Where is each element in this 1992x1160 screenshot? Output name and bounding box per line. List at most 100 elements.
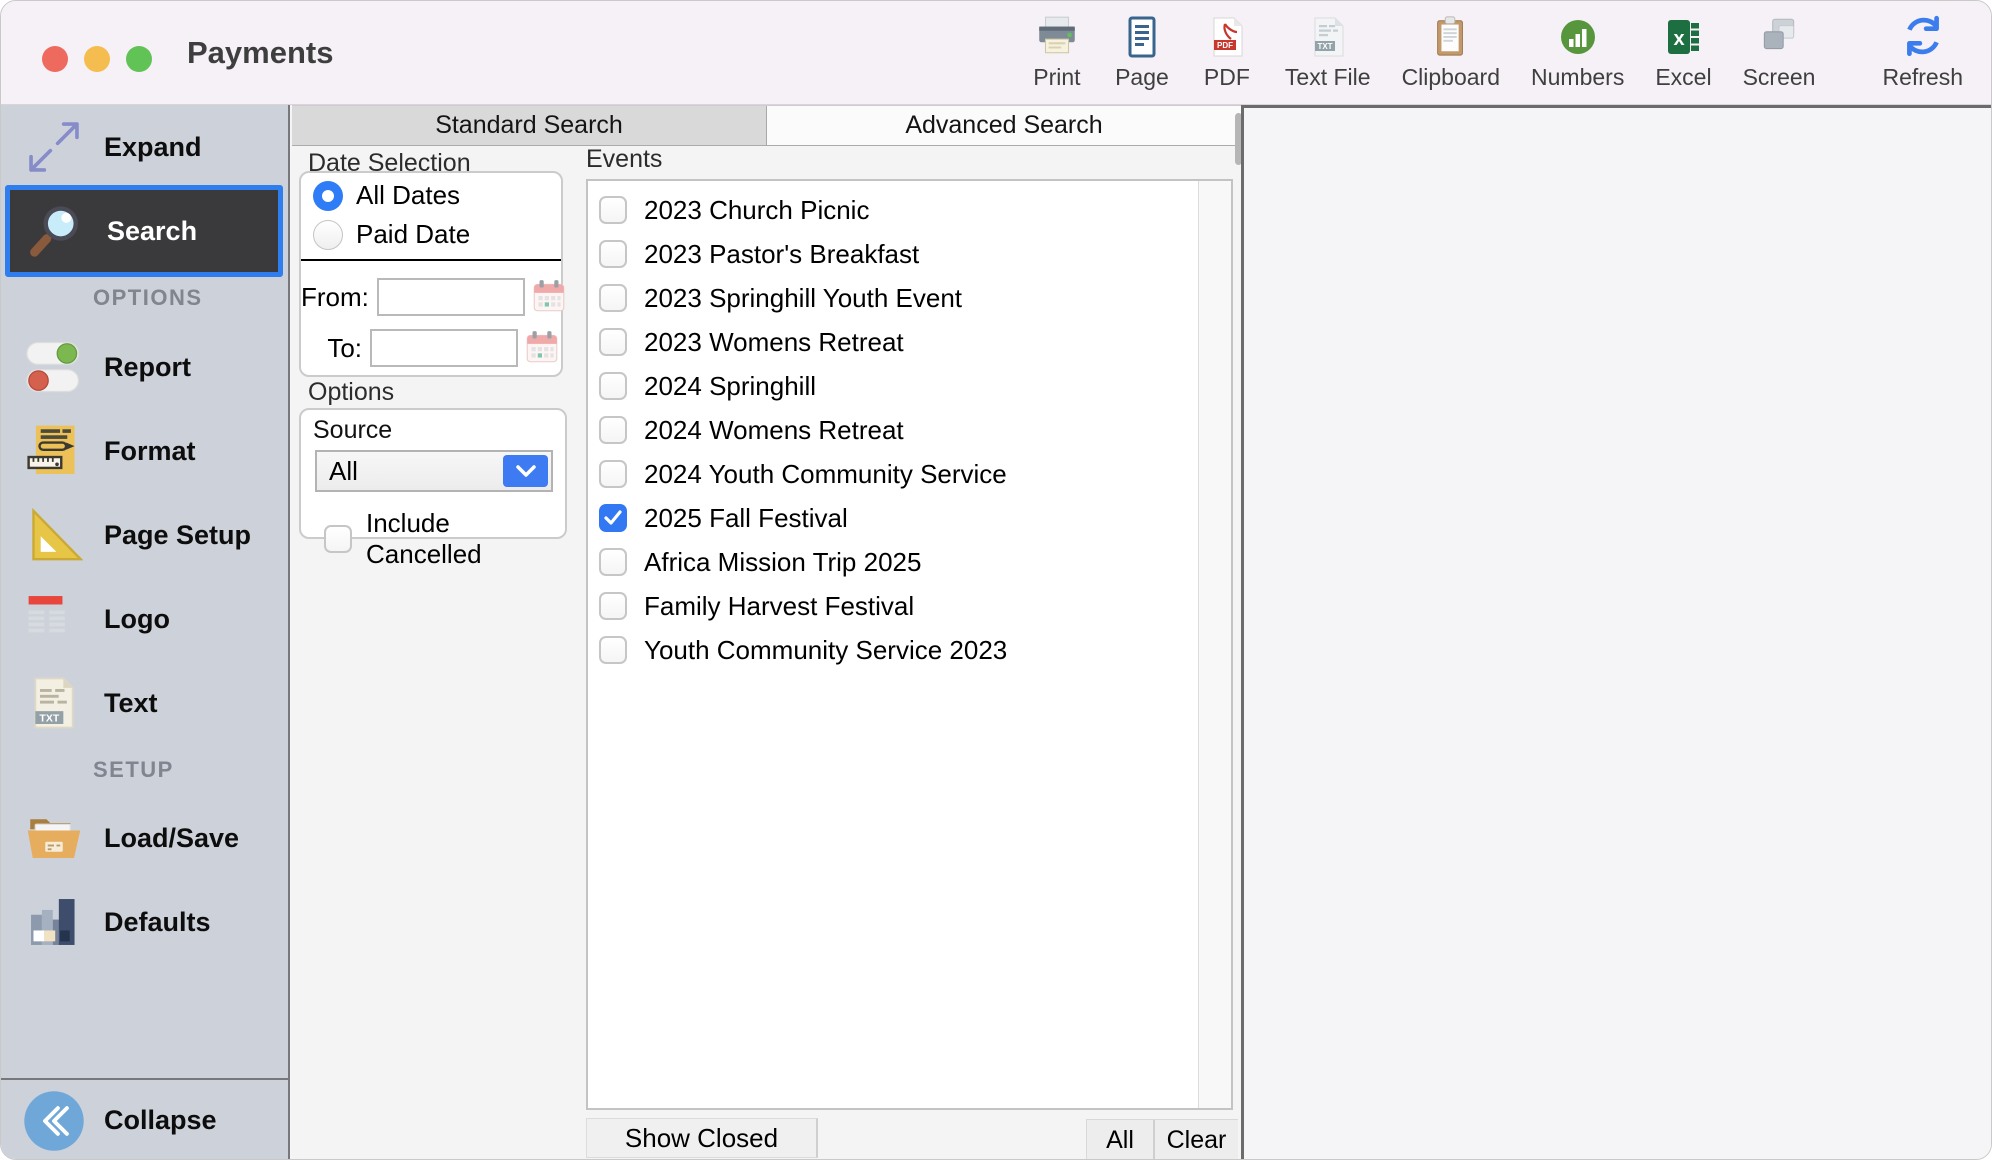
from-date-input[interactable]	[377, 278, 525, 316]
zoom-button[interactable]	[126, 46, 152, 72]
events-title: Events	[586, 145, 662, 174]
event-label: 2023 Womens Retreat	[644, 327, 904, 358]
tab-bar: Standard Search Advanced Search	[292, 105, 1241, 146]
toolbar-label: Screen	[1743, 64, 1816, 91]
clear-selection-button[interactable]: Clear	[1153, 1120, 1238, 1160]
event-row: 2024 Youth Community Service	[588, 452, 1198, 496]
calendar-icon	[530, 277, 568, 318]
collapse-icon	[21, 1090, 87, 1152]
event-checkbox[interactable]	[599, 372, 627, 400]
tab-advanced-search[interactable]: Advanced Search	[767, 106, 1241, 145]
minimize-button[interactable]	[84, 46, 110, 72]
sidebar-item-label: Logo	[104, 604, 170, 635]
screen-icon	[1756, 11, 1802, 59]
radio-row-all-dates: All Dates	[301, 176, 561, 215]
event-row: Youth Community Service 2023	[588, 628, 1198, 672]
clipboard-icon	[1430, 11, 1472, 59]
toolbar-page-button[interactable]: Page	[1115, 11, 1169, 91]
sidebar-item-label: Collapse	[104, 1105, 217, 1136]
toolbar-clipboard-button[interactable]: Clipboard	[1402, 11, 1500, 91]
txt-file-icon: TXT	[21, 675, 87, 731]
sidebar-item-search[interactable]: Search	[5, 185, 283, 277]
event-checkbox[interactable]	[599, 460, 627, 488]
sidebar-item-load-save[interactable]: Load/Save	[1, 795, 288, 881]
options-title: Options	[308, 378, 394, 407]
event-checkbox[interactable]	[599, 196, 627, 224]
tab-standard-search[interactable]: Standard Search	[292, 106, 767, 145]
event-row: 2024 Springhill	[588, 364, 1198, 408]
sidebar-item-logo[interactable]: Logo	[1, 577, 288, 661]
main-area: Expand Search OPTIONS Report Format	[1, 105, 1991, 1159]
titlebar: Payments Print Page PDF PDF	[1, 1, 1991, 105]
include-cancelled-label: Include Cancelled	[366, 508, 565, 570]
event-label: Youth Community Service 2023	[644, 635, 1007, 666]
folder-icon	[21, 808, 87, 868]
event-checkbox[interactable]	[599, 548, 627, 576]
event-checkbox[interactable]	[599, 328, 627, 356]
toolbar-refresh-button[interactable]: Refresh	[1882, 11, 1963, 91]
to-calendar-button[interactable]	[523, 327, 561, 369]
sidebar-item-label: Defaults	[104, 907, 211, 938]
sidebar-item-label: Load/Save	[104, 823, 239, 854]
events-list: 2023 Church Picnic 2023 Pastor's Breakfa…	[586, 179, 1233, 1110]
close-button[interactable]	[42, 46, 68, 72]
source-label: Source	[313, 416, 565, 445]
date-panel-divider	[301, 259, 561, 261]
event-checkbox[interactable]	[599, 636, 627, 664]
sidebar-item-collapse[interactable]: Collapse	[1, 1080, 288, 1160]
results-pane	[1244, 105, 1991, 1159]
toolbar-print-button[interactable]: Print	[1030, 11, 1084, 91]
sidebar-item-defaults[interactable]: Defaults	[1, 879, 288, 965]
sidebar-item-expand[interactable]: Expand	[1, 105, 288, 189]
include-cancelled-checkbox[interactable]	[324, 525, 352, 553]
svg-text:TXT: TXT	[1317, 42, 1332, 51]
toolbar-label: Page	[1115, 64, 1169, 91]
event-label: 2024 Springhill	[644, 371, 816, 402]
toolbar-screen-button[interactable]: Screen	[1743, 11, 1816, 91]
event-row: Africa Mission Trip 2025	[588, 540, 1198, 584]
numbers-icon	[1556, 11, 1600, 59]
sidebar-item-label: Format	[104, 436, 196, 467]
refresh-icon	[1900, 11, 1946, 59]
toggles-icon	[21, 336, 87, 398]
select-all-button[interactable]: All	[1087, 1120, 1153, 1160]
page-icon	[1120, 11, 1164, 59]
source-select[interactable]: All	[315, 450, 553, 492]
event-checkbox[interactable]	[599, 240, 627, 268]
radio-label: Paid Date	[356, 219, 470, 250]
toolbar-pdf-button[interactable]: PDF PDF	[1200, 11, 1254, 91]
svg-text:PDF: PDF	[1217, 41, 1233, 50]
chevron-down-icon	[503, 455, 548, 487]
search-panel: Standard Search Advanced Search Date Sel…	[292, 105, 1241, 1160]
radio-paid-date[interactable]	[313, 220, 343, 250]
toolbar-numbers-button[interactable]: Numbers	[1531, 11, 1624, 91]
show-closed-button[interactable]: Show Closed	[586, 1118, 818, 1158]
toolbar-label: Refresh	[1882, 64, 1963, 91]
radio-row-paid-date: Paid Date	[301, 215, 561, 254]
sidebar-item-report[interactable]: Report	[1, 323, 288, 411]
sidebar-item-format[interactable]: Format	[1, 409, 288, 493]
sidebar-item-label: Text	[104, 688, 158, 719]
sidebar-item-text[interactable]: TXT Text	[1, 661, 288, 745]
event-checkbox[interactable]	[599, 416, 627, 444]
event-checkbox[interactable]	[599, 284, 627, 312]
from-calendar-button[interactable]	[530, 276, 568, 318]
toolbar-label: Text File	[1285, 64, 1371, 91]
radio-all-dates[interactable]	[313, 181, 343, 211]
sidebar-item-page-setup[interactable]: Page Setup	[1, 493, 288, 577]
event-row: 2023 Church Picnic	[588, 188, 1198, 232]
sidebar-item-label: Search	[107, 216, 197, 247]
events-scrollbar-track[interactable]	[1198, 181, 1231, 1108]
to-date-input[interactable]	[370, 329, 518, 367]
toolbar-text-file-button[interactable]: TXT Text File	[1285, 11, 1371, 91]
select-buttons: All Clear	[1086, 1119, 1238, 1160]
toolbar-excel-button[interactable]: x Excel	[1655, 11, 1711, 91]
event-checkbox[interactable]	[599, 504, 627, 532]
event-label: 2024 Youth Community Service	[644, 459, 1007, 490]
event-row: 2023 Springhill Youth Event	[588, 276, 1198, 320]
events-rows: 2023 Church Picnic 2023 Pastor's Breakfa…	[588, 188, 1198, 672]
event-checkbox[interactable]	[599, 592, 627, 620]
event-label: 2023 Church Picnic	[644, 195, 869, 226]
svg-text:x: x	[1674, 28, 1685, 50]
format-icon	[21, 422, 87, 480]
